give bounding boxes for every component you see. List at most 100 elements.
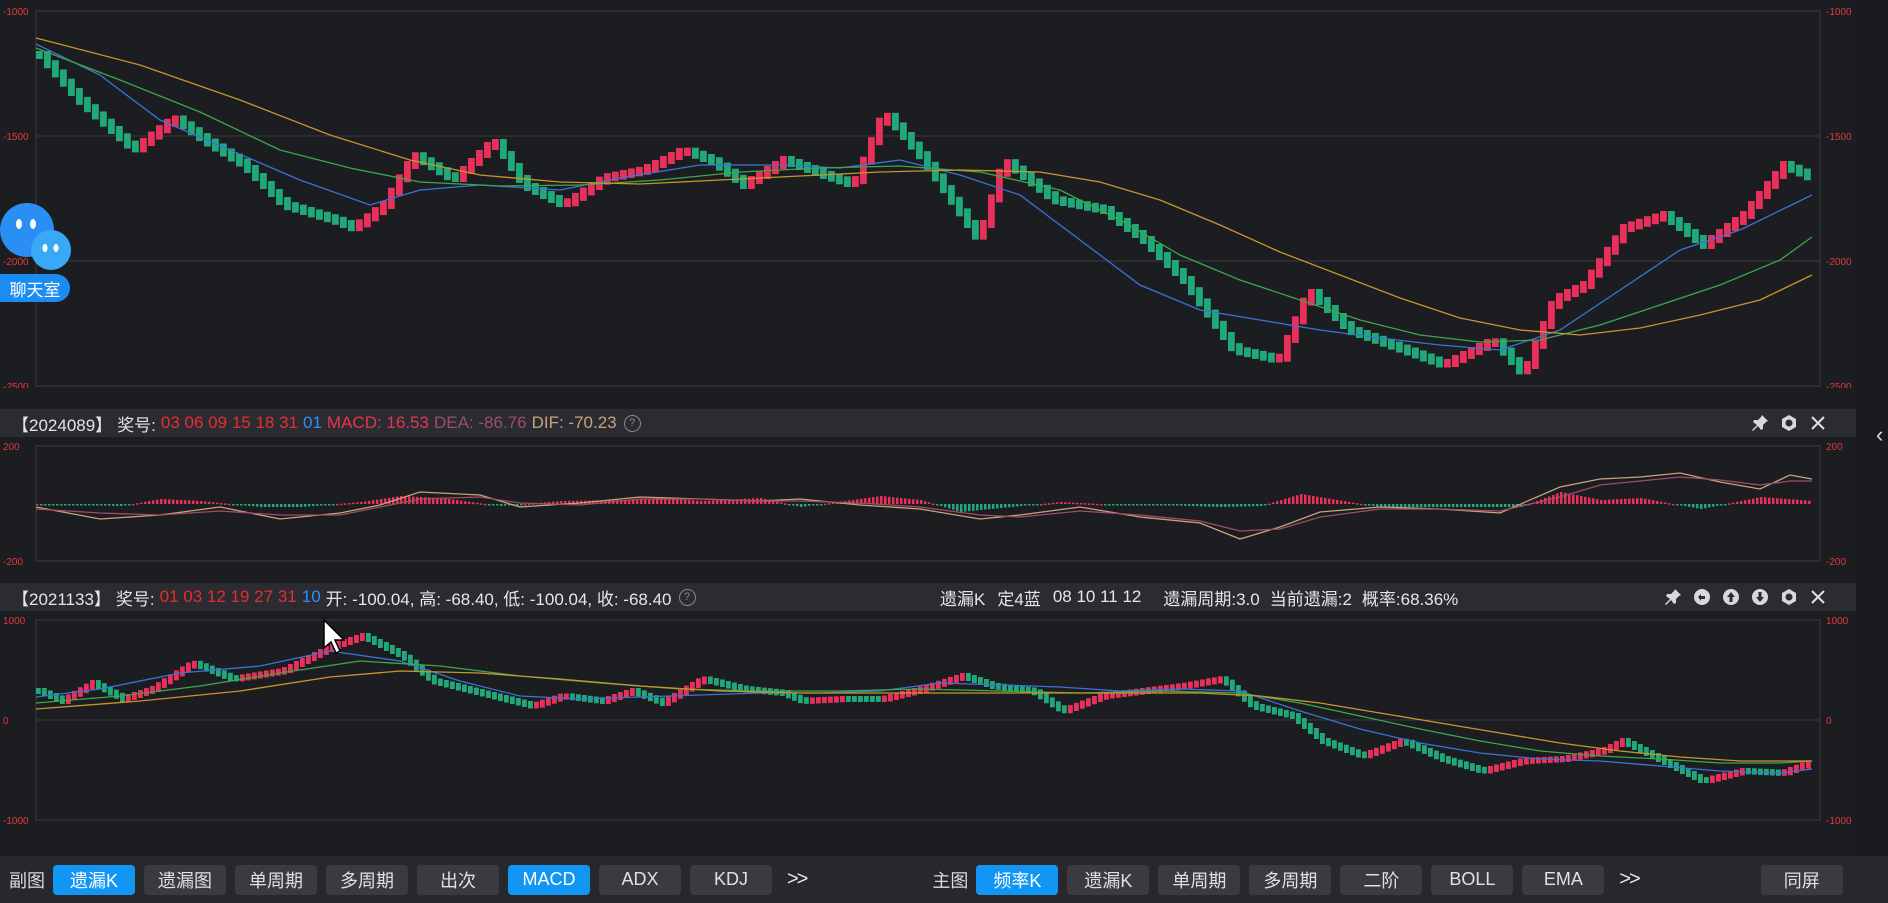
lower-info-bar: 【2021133】 奖号: 01 03 12 19 27 31 10 开: -1… bbox=[0, 583, 1856, 611]
macd-histogram-bar bbox=[1580, 496, 1583, 504]
frequency-k-bar bbox=[876, 117, 883, 146]
move-down-icon[interactable] bbox=[1750, 587, 1770, 607]
miss-k-bar bbox=[1710, 775, 1715, 783]
macd-histogram-bar bbox=[1456, 504, 1459, 507]
main-btn-boll[interactable]: BOLL bbox=[1431, 864, 1514, 895]
main-btn-single-cycle[interactable]: 单周期 bbox=[1158, 864, 1241, 895]
miss-k-bar bbox=[696, 678, 701, 688]
miss-k-bar bbox=[1086, 698, 1091, 707]
help-icon[interactable]: ? bbox=[678, 588, 696, 606]
macd-histogram-bar bbox=[460, 500, 463, 504]
sub-btn-macd[interactable]: MACD bbox=[508, 864, 590, 895]
sub-btn-miss-chart[interactable]: 遗漏图 bbox=[144, 864, 226, 895]
miss-k-bar bbox=[1464, 761, 1469, 770]
macd-histogram-bar bbox=[292, 504, 295, 507]
macd-histogram-bar bbox=[1468, 504, 1471, 507]
chat-label[interactable]: 聊天室 bbox=[0, 274, 70, 302]
main-chart-canvas[interactable]: -1000 -1000-1500 -1500-2000 -2000-2500 -2500 bbox=[0, 0, 1856, 388]
sub-btn-kdj[interactable]: KDJ bbox=[690, 864, 772, 895]
macd-histogram-bar bbox=[464, 501, 467, 504]
move-up-icon[interactable] bbox=[1721, 587, 1741, 607]
macd-histogram-bar bbox=[1096, 503, 1099, 506]
miss-k-bar bbox=[1470, 763, 1475, 771]
sub-btn-multi-cycle[interactable]: 多周期 bbox=[326, 864, 408, 895]
sync-screen-button[interactable]: 同屏 bbox=[1760, 864, 1843, 895]
miss-k-bar bbox=[1254, 701, 1259, 710]
settings-icon[interactable] bbox=[1779, 413, 1799, 433]
macd-histogram-bar bbox=[1076, 502, 1079, 505]
lower-chart[interactable]: 1000 1000 0 0 -1000 -1000 bbox=[0, 611, 1888, 846]
chevron-left-icon[interactable]: ‹ bbox=[1876, 422, 1883, 448]
miss-k-bar bbox=[492, 692, 497, 700]
macd-histogram-bar bbox=[1072, 502, 1075, 505]
miss-k-bar bbox=[630, 688, 635, 696]
macd-histogram-bar bbox=[416, 496, 419, 504]
sub-btn-miss-k[interactable]: 遗漏K bbox=[53, 864, 135, 895]
macd-histogram-bar bbox=[1364, 504, 1367, 506]
main-btn-multi-cycle[interactable]: 多周期 bbox=[1249, 864, 1332, 895]
help-icon[interactable]: ? bbox=[623, 414, 641, 432]
settings-icon[interactable] bbox=[1779, 587, 1799, 607]
ma-line-green bbox=[35, 660, 1813, 764]
macd-histogram-bar bbox=[944, 504, 947, 508]
pin-icon[interactable] bbox=[1750, 413, 1770, 433]
miss-k-bar bbox=[192, 660, 197, 669]
close-icon[interactable] bbox=[1808, 587, 1828, 607]
y-tick-label-left: -200 bbox=[3, 557, 23, 567]
macd-histogram-bar bbox=[236, 504, 239, 506]
pin-icon[interactable] bbox=[1663, 587, 1683, 607]
main-more-button[interactable]: >> bbox=[1619, 868, 1640, 891]
macd-histogram-bar bbox=[1676, 504, 1679, 506]
close-icon[interactable] bbox=[1808, 413, 1828, 433]
macd-histogram-bar bbox=[1460, 504, 1463, 507]
macd-histogram-bar bbox=[264, 504, 267, 507]
frequency-k-bar bbox=[708, 154, 715, 166]
macd-histogram-bar bbox=[96, 504, 99, 506]
frequency-k-bar bbox=[484, 142, 491, 158]
main-btn-frequency-k[interactable]: 频率K bbox=[976, 864, 1059, 895]
frequency-k-bar bbox=[1748, 201, 1755, 219]
macd-histogram-bar bbox=[1172, 504, 1175, 506]
miss-k-bar bbox=[1056, 701, 1061, 712]
miss-k-bar bbox=[1476, 765, 1481, 773]
sub-btn-adx[interactable]: ADX bbox=[599, 864, 681, 895]
macd-histogram-bar bbox=[1272, 502, 1275, 504]
macd-histogram-bar bbox=[1224, 504, 1227, 507]
main-btn-ema[interactable]: EMA bbox=[1522, 864, 1605, 895]
main-btn-miss-k[interactable]: 遗漏K bbox=[1067, 864, 1150, 895]
main-chart[interactable]: -1000 -1000 -1500 -1500 -2000 -2000 -2500 -2500 bbox=[0, 0, 1888, 388]
macd-histogram-bar bbox=[1716, 504, 1719, 506]
macd-histogram-bar bbox=[164, 499, 167, 504]
chat-widget[interactable]: 聊天室 bbox=[0, 200, 72, 304]
macd-histogram-bar bbox=[812, 504, 815, 506]
frequency-k-bar bbox=[324, 211, 331, 223]
macd-histogram-bar bbox=[744, 498, 747, 504]
macd-histogram-bar bbox=[344, 503, 347, 505]
miss-k-bar bbox=[264, 670, 269, 678]
y-tick-label-left: -1000 bbox=[3, 7, 29, 18]
main-btn-second-order[interactable]: 二阶 bbox=[1340, 864, 1423, 895]
lower-chart-canvas[interactable]: 1000 1000 0 0 -1000 -1000 bbox=[0, 611, 1856, 846]
frequency-k-bar bbox=[1604, 246, 1611, 267]
macd-histogram-bar bbox=[1152, 504, 1155, 506]
frequency-k-bar bbox=[436, 162, 443, 176]
miss-k-bar bbox=[1674, 762, 1679, 771]
macd-histogram-bar bbox=[1216, 504, 1219, 507]
sub-btn-occurrence[interactable]: 出次 bbox=[417, 864, 499, 895]
undo-icon[interactable] bbox=[1692, 587, 1712, 607]
miss-k-bar bbox=[378, 639, 383, 648]
macd-chart-canvas[interactable]: 200 200 -200 -200 bbox=[0, 437, 1856, 567]
miss-k-bar bbox=[456, 683, 461, 691]
macd-histogram-bar bbox=[1448, 504, 1451, 507]
macd-histogram-bar bbox=[1372, 504, 1375, 506]
sub-more-button[interactable]: >> bbox=[787, 868, 808, 891]
macd-histogram-bar bbox=[224, 503, 227, 505]
miss-k-bar bbox=[900, 691, 905, 699]
macd-histogram-bar bbox=[708, 500, 711, 504]
macd-chart[interactable]: 200 200 -200 -200 bbox=[0, 437, 1888, 567]
macd-histogram-bar bbox=[1780, 498, 1783, 504]
y-tick-label-left: -1000 bbox=[3, 816, 29, 827]
macd-histogram-bar bbox=[876, 496, 879, 504]
sub-btn-single-cycle[interactable]: 单周期 bbox=[235, 864, 317, 895]
macd-histogram-bar bbox=[492, 504, 495, 506]
